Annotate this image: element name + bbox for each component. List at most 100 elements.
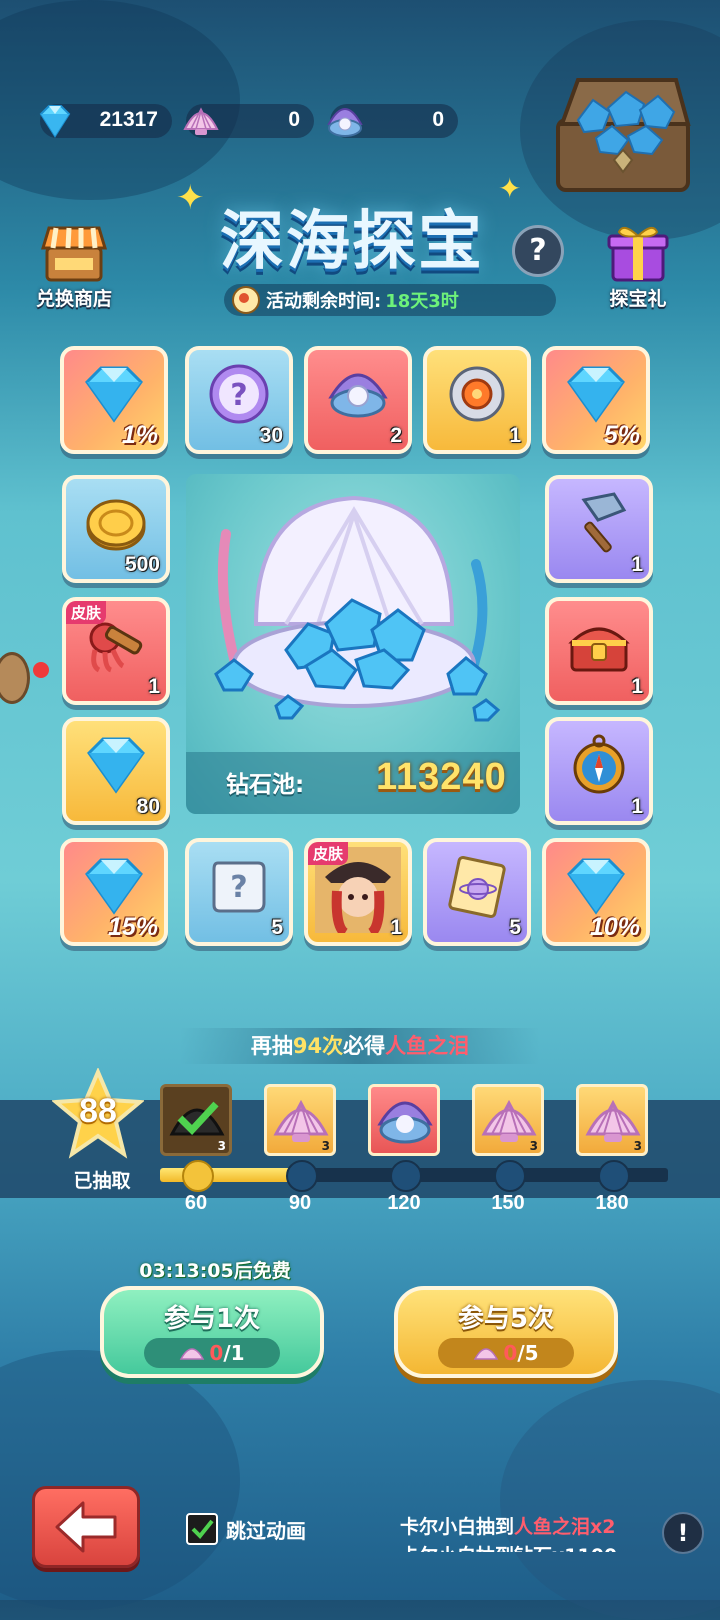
prize-tile: 皮肤 1 (62, 597, 170, 705)
drawn-label: 已抽取 (73, 1170, 131, 1192)
treasure-gift-label: 探宝礼 (609, 288, 667, 310)
prize-amount: 1% (121, 421, 158, 449)
diamond-pool-label: 钻石池: (226, 772, 305, 798)
diamond-icon (81, 735, 151, 799)
skip-animation-toggle[interactable]: 跳过动画 (186, 1512, 306, 1546)
milestone-reward[interactable]: 3 (264, 1084, 336, 1156)
draw-five-have: 0 (503, 1341, 518, 1365)
prize-tile: 500 (62, 475, 170, 583)
guarantee-mid: 必得 (343, 1034, 386, 1058)
draw-once-need: /1 (223, 1341, 245, 1365)
milestone-tick: 60 (184, 1192, 208, 1214)
info-button[interactable]: ! (662, 1512, 704, 1554)
diamond-icon (79, 364, 149, 428)
prize-tile: ? 30 (185, 346, 293, 454)
prize-amount: 500 (124, 553, 160, 576)
clock-icon (232, 286, 260, 314)
side-character-avatar[interactable] (0, 652, 30, 704)
milestone-count: 3 (321, 1139, 330, 1153)
prize-tile: 1 (545, 475, 653, 583)
shell-icon (180, 100, 222, 142)
diamond-count: 21317 (99, 108, 158, 131)
draw-once-cost: 0/1 (144, 1338, 280, 1368)
prize-amount: 1 (631, 553, 643, 576)
milestone-count: 3 (217, 1139, 226, 1153)
prize-tile: 80 (62, 717, 170, 825)
anchor-icon (182, 1160, 214, 1192)
milestone-reward[interactable] (368, 1084, 440, 1156)
pearl-shell-icon (324, 100, 366, 142)
page-title: 深海探宝 (220, 205, 484, 279)
pearl-shell-icon (374, 1092, 436, 1154)
checkbox[interactable] (186, 1513, 218, 1545)
prize-amount: 15% (107, 913, 158, 941)
prize-amount: 5 (271, 916, 283, 939)
pearl-shell-counter: 0 (327, 104, 458, 138)
gold-coin-icon (83, 493, 149, 557)
diamond-counter: 21317 (39, 104, 172, 138)
event-timer: 活动剩余时间: 18天3时 (224, 284, 556, 316)
draw-ticker: 卡尔小白抽到人鱼之泪x2 卡尔小白抽到钻石x1100 (400, 1512, 656, 1552)
ticker-line2: 卡尔小白抽到钻石x1100 (400, 1541, 656, 1552)
exchange-shop-button[interactable]: 兑换商店 (26, 222, 122, 311)
skip-animation-label: 跳过动画 (226, 1518, 306, 1543)
guarantee-banner: 再抽94次必得人鱼之泪 (180, 1028, 540, 1064)
milestone-count: 3 (529, 1139, 538, 1153)
pearl-shell-icon (325, 363, 391, 429)
giant-clam-icon (214, 495, 501, 722)
event-timer-label: 活动剩余时间: (266, 291, 382, 312)
help-button[interactable]: ? (512, 225, 564, 277)
treasure-gift-button[interactable]: 探宝礼 (598, 222, 678, 311)
anchor-icon (390, 1160, 422, 1192)
draw-five-button[interactable]: 参与5次 0/5 (394, 1286, 618, 1378)
prize-tile: ? 5 (185, 838, 293, 946)
guarantee-prefix: 再抽 (250, 1034, 293, 1058)
prize-amount: 5% (603, 421, 640, 449)
prize-tile: 1 (545, 597, 653, 705)
milestone-reward[interactable]: 3 (160, 1084, 232, 1156)
milestone-tick: 180 (595, 1192, 629, 1214)
milestone-count: 3 (633, 1139, 642, 1153)
prize-tile: 1 (423, 346, 531, 454)
diamond-icon (561, 856, 631, 920)
background-coral (0, 1350, 240, 1610)
notification-dot (33, 662, 49, 678)
milestone-tick: 120 (387, 1192, 421, 1214)
prize-tile: 5 (423, 838, 531, 946)
integral-card-icon (442, 853, 512, 923)
milestone-reward[interactable]: 3 (472, 1084, 544, 1156)
sparkle-icon: ✦ (176, 178, 205, 218)
draw-once-have: 0 (209, 1341, 224, 1365)
draw-once-label: 参与1次 (163, 1304, 261, 1334)
back-button[interactable] (32, 1486, 140, 1568)
prize-tile: 2 (304, 346, 412, 454)
draw-once-button[interactable]: 参与1次 0/1 (100, 1286, 324, 1378)
prize-amount: 1 (509, 424, 521, 447)
treasure-chest-decoration (548, 60, 698, 200)
prize-tile: 1 (545, 717, 653, 825)
draw-five-cost: 0/5 (438, 1338, 574, 1368)
svg-text:?: ? (230, 870, 247, 905)
event-timer-value: 18天3时 (385, 291, 459, 312)
shell-icon (473, 1343, 499, 1363)
diamond-icon (561, 364, 631, 428)
anchor-icon (598, 1160, 630, 1192)
hammer-icon (564, 490, 634, 560)
prize-amount: 1 (631, 675, 643, 698)
anchor-icon (286, 1160, 318, 1192)
sparkle-icon: ✦ (498, 172, 522, 205)
prize-amount: 5 (509, 916, 521, 939)
checkmark-icon (191, 1519, 214, 1539)
prize-amount: 1 (148, 675, 160, 698)
shell-count: 0 (288, 108, 300, 131)
prize-amount: 1 (631, 795, 643, 818)
prize-tile: 5% (542, 346, 650, 454)
gear-core-icon (444, 361, 510, 431)
compass-icon (566, 732, 632, 802)
mystery-scroll-icon: ? (206, 855, 272, 921)
gift-icon (605, 222, 671, 284)
prize-amount: 80 (136, 795, 160, 818)
milestone-tick: 90 (288, 1192, 312, 1214)
milestone-reward[interactable]: 3 (576, 1084, 648, 1156)
prize-amount: 10% (589, 913, 640, 941)
